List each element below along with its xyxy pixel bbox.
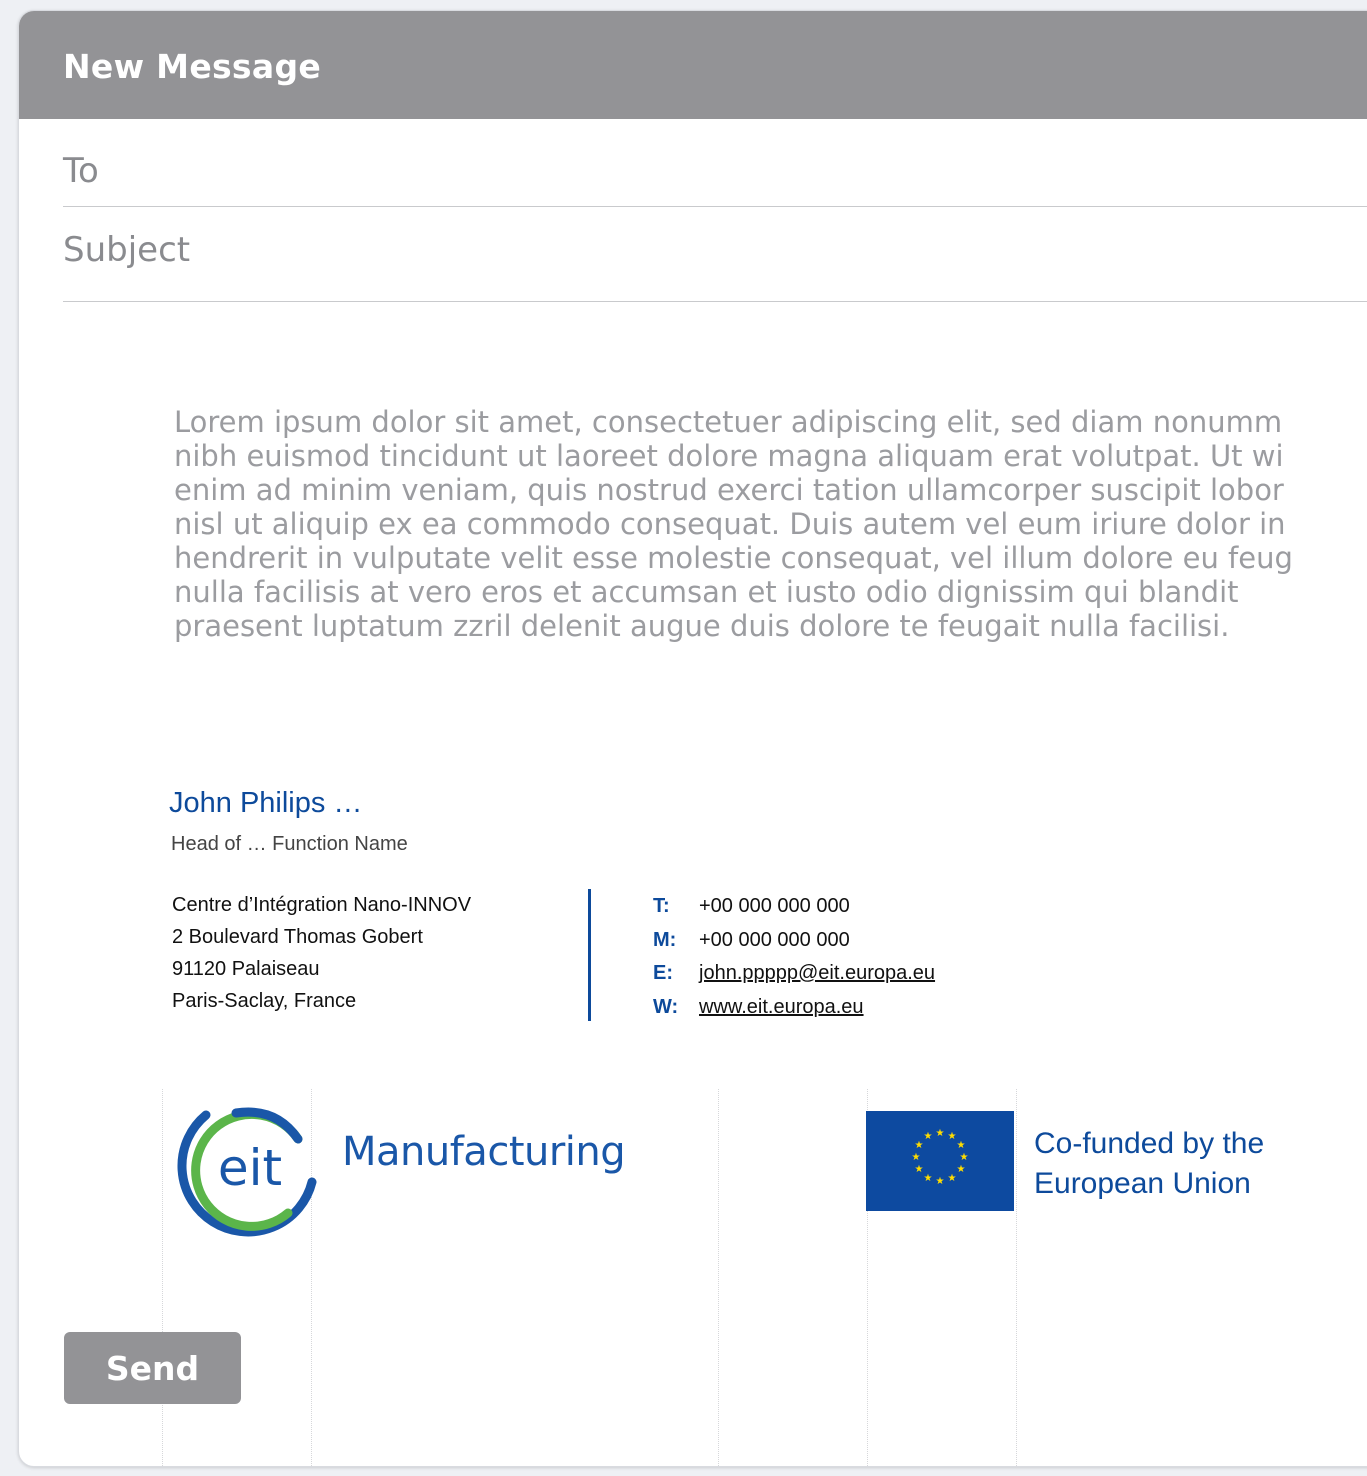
email-link[interactable]: john.ppppp@eit.europa.eu: [699, 957, 935, 991]
mobile-label: M:: [653, 928, 677, 951]
eu-text-line: European Union: [1034, 1167, 1251, 1200]
email-label: E:: [653, 962, 673, 984]
signature-divider: [588, 889, 591, 1021]
body-line: hendrerit in vulputate velit esse molest…: [174, 541, 1293, 575]
phone-value: +00 000 000 000: [699, 895, 850, 917]
layout-guide: [162, 1089, 163, 1466]
to-divider: [63, 206, 1367, 207]
svg-text:★: ★: [936, 1176, 945, 1187]
eit-top-arc: [231, 1107, 303, 1144]
eu-text-line: Co-funded by the: [1034, 1127, 1265, 1160]
contact-email: E: john.ppppp@eit.europa.eu: [653, 957, 935, 991]
address-line: 2 Boulevard Thomas Gobert: [172, 926, 423, 948]
body-line: enim ad minim veniam, quis nostrud exerc…: [174, 473, 1284, 507]
web-link[interactable]: www.eit.europa.eu: [699, 991, 864, 1025]
svg-text:★: ★: [915, 1164, 924, 1175]
signature-address: Centre d’Intégration Nano-INNOV 2 Boulev…: [172, 889, 471, 1017]
svg-text:★: ★: [924, 1131, 933, 1142]
body-line: Lorem ipsum dolor sit amet, consectetuer…: [174, 405, 1283, 439]
body-line: nisl ut aliquip ex ea commodo consequat.…: [174, 507, 1286, 541]
contact-mobile: M: +00 000 000 000: [653, 924, 935, 958]
mobile-value: +00 000 000 000: [699, 928, 850, 951]
subject-field[interactable]: Subject: [63, 230, 190, 270]
eit-letters: eit: [218, 1139, 282, 1197]
compose-window: New Message To Subject Lorem ipsum dolor…: [18, 10, 1367, 1467]
eu-cofunded-text: Co-funded by the European Union: [1034, 1124, 1264, 1204]
svg-text:★: ★: [915, 1140, 924, 1151]
layout-guide: [1016, 1089, 1017, 1466]
send-button[interactable]: Send: [64, 1332, 241, 1404]
address-line: Paris-Saclay, France: [172, 990, 357, 1012]
signature-contacts: T: +00 000 000 000 M: +00 000 000 000 E:…: [653, 890, 935, 1024]
svg-text:★: ★: [960, 1152, 969, 1163]
svg-text:★: ★: [948, 1131, 957, 1142]
compose-title: New Message: [63, 47, 322, 86]
signature-role: Head of … Function Name: [171, 833, 408, 855]
body-line: nibh euismod tincidunt ut laoreet dolore…: [174, 439, 1284, 473]
eit-manufacturing-text: Manufacturing: [342, 1129, 626, 1175]
layout-guide: [718, 1089, 719, 1466]
compose-header: New Message: [19, 11, 1367, 119]
svg-text:★: ★: [957, 1164, 966, 1175]
svg-text:★: ★: [957, 1140, 966, 1151]
svg-text:★: ★: [936, 1128, 945, 1139]
eu-flag-icon: ★ ★ ★ ★ ★ ★ ★ ★ ★ ★ ★ ★: [866, 1111, 1014, 1211]
svg-text:★: ★: [912, 1152, 921, 1163]
web-label: W:: [653, 995, 679, 1018]
svg-text:★: ★: [924, 1173, 933, 1184]
phone-label: T:: [653, 895, 670, 917]
body-line: praesent luptatum zzril delenit augue du…: [174, 609, 1230, 643]
contact-web: W: www.eit.europa.eu: [653, 991, 935, 1025]
message-body[interactable]: Lorem ipsum dolor sit amet, consectetuer…: [174, 405, 1367, 643]
eit-logo-icon: eit: [177, 1107, 317, 1237]
body-line: nulla facilisis at vero eros et accumsan…: [174, 575, 1239, 609]
address-line: Centre d’Intégration Nano-INNOV: [172, 894, 472, 916]
address-line: 91120 Palaiseau: [172, 958, 320, 980]
signature-name: John Philips …: [169, 787, 363, 819]
svg-text:★: ★: [948, 1173, 957, 1184]
to-field[interactable]: To: [63, 151, 99, 191]
subject-divider: [63, 301, 1367, 302]
contact-phone: T: +00 000 000 000: [653, 890, 935, 924]
